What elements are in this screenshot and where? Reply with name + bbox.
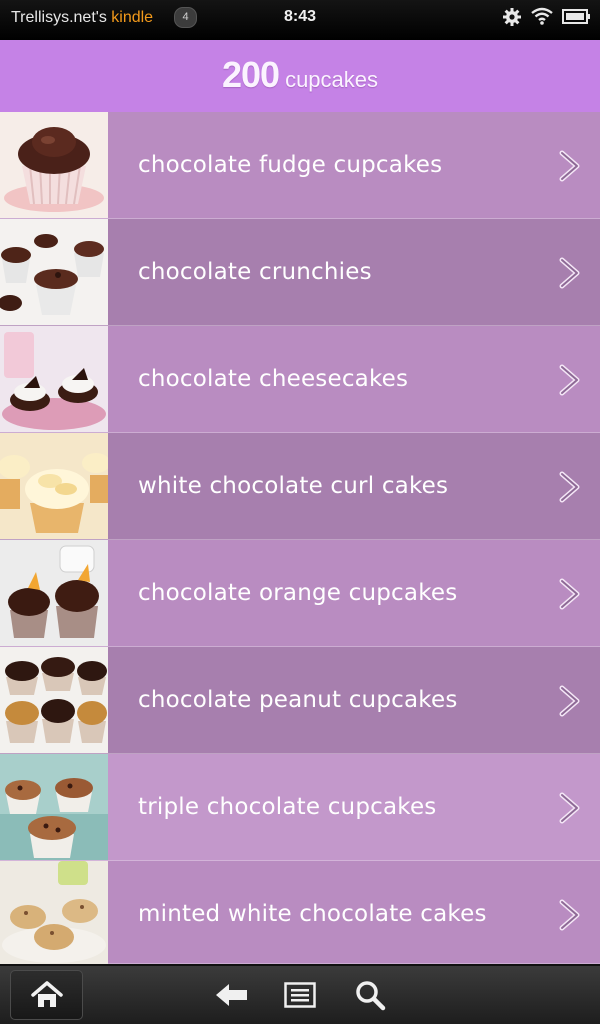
status-bar: Trellisys.net's kindle 4 8:43 <box>0 0 600 40</box>
recipe-row[interactable]: white chocolate curl cakes <box>0 433 600 540</box>
chevron-right-icon <box>559 471 580 503</box>
recipe-title: chocolate cheesecakes <box>138 366 409 392</box>
chocolate-crunchies-photo <box>0 219 108 325</box>
status-icons <box>502 6 592 28</box>
recipe-row[interactable]: triple chocolate cupcakes <box>0 754 600 861</box>
recipe-row[interactable]: chocolate crunchies <box>0 219 600 326</box>
recipe-row[interactable]: minted white chocolate cakes <box>0 861 600 964</box>
chocolate-fudge-cupcake-photo <box>0 112 108 218</box>
back-button[interactable] <box>210 970 254 1020</box>
chevron-right-icon <box>559 685 580 717</box>
menu-button[interactable] <box>280 970 324 1020</box>
search-button[interactable] <box>350 970 394 1020</box>
minted-white-chocolate-cakes-photo <box>0 861 108 964</box>
chevron-right-icon <box>559 150 580 182</box>
chevron-right-icon <box>559 257 580 289</box>
title-bar: 200 cupcakes <box>0 40 600 112</box>
chocolate-peanut-cupcakes-photo <box>0 647 108 753</box>
chevron-right-icon <box>559 364 580 396</box>
menu-icon <box>284 982 316 1008</box>
home-icon <box>31 981 63 1007</box>
chevron-right-icon <box>559 792 580 824</box>
recipe-row[interactable]: chocolate cheesecakes <box>0 326 600 433</box>
recipe-title: chocolate crunchies <box>138 259 372 285</box>
battery-icon[interactable] <box>562 8 592 26</box>
chevron-right-icon <box>559 899 580 931</box>
gear-icon[interactable] <box>502 7 522 27</box>
recipe-row[interactable]: chocolate orange cupcakes <box>0 540 600 647</box>
title-word: cupcakes <box>285 67 379 92</box>
recipe-title: white chocolate curl cakes <box>138 473 449 499</box>
navigation-bar <box>0 964 600 1024</box>
recipe-title: chocolate peanut cupcakes <box>138 687 458 713</box>
kindle-screen: Trellisys.net's kindle 4 8:43 200 cupcak… <box>0 0 600 1024</box>
wifi-icon[interactable] <box>530 6 554 26</box>
white-chocolate-curl-cakes-photo <box>0 433 108 539</box>
chocolate-orange-cupcakes-photo <box>0 540 108 646</box>
recipe-title: minted white chocolate cakes <box>138 901 487 927</box>
search-icon <box>356 981 386 1011</box>
chocolate-cheesecakes-photo <box>0 326 108 432</box>
title-count: 200 <box>221 54 280 95</box>
recipe-title: chocolate fudge cupcakes <box>138 152 443 178</box>
back-icon <box>216 984 247 1006</box>
home-button[interactable] <box>10 970 83 1020</box>
recipe-title: triple chocolate cupcakes <box>138 794 437 820</box>
recipe-row[interactable]: chocolate fudge cupcakes <box>0 112 600 219</box>
chevron-right-icon <box>559 578 580 610</box>
recipe-row[interactable]: chocolate peanut cupcakes <box>0 647 600 754</box>
recipe-list: chocolate fudge cupcakes chocolate crunc… <box>0 112 600 964</box>
triple-chocolate-cupcakes-photo <box>0 754 108 860</box>
recipe-title: chocolate orange cupcakes <box>138 580 458 606</box>
page-title: 200 cupcakes <box>0 54 600 96</box>
